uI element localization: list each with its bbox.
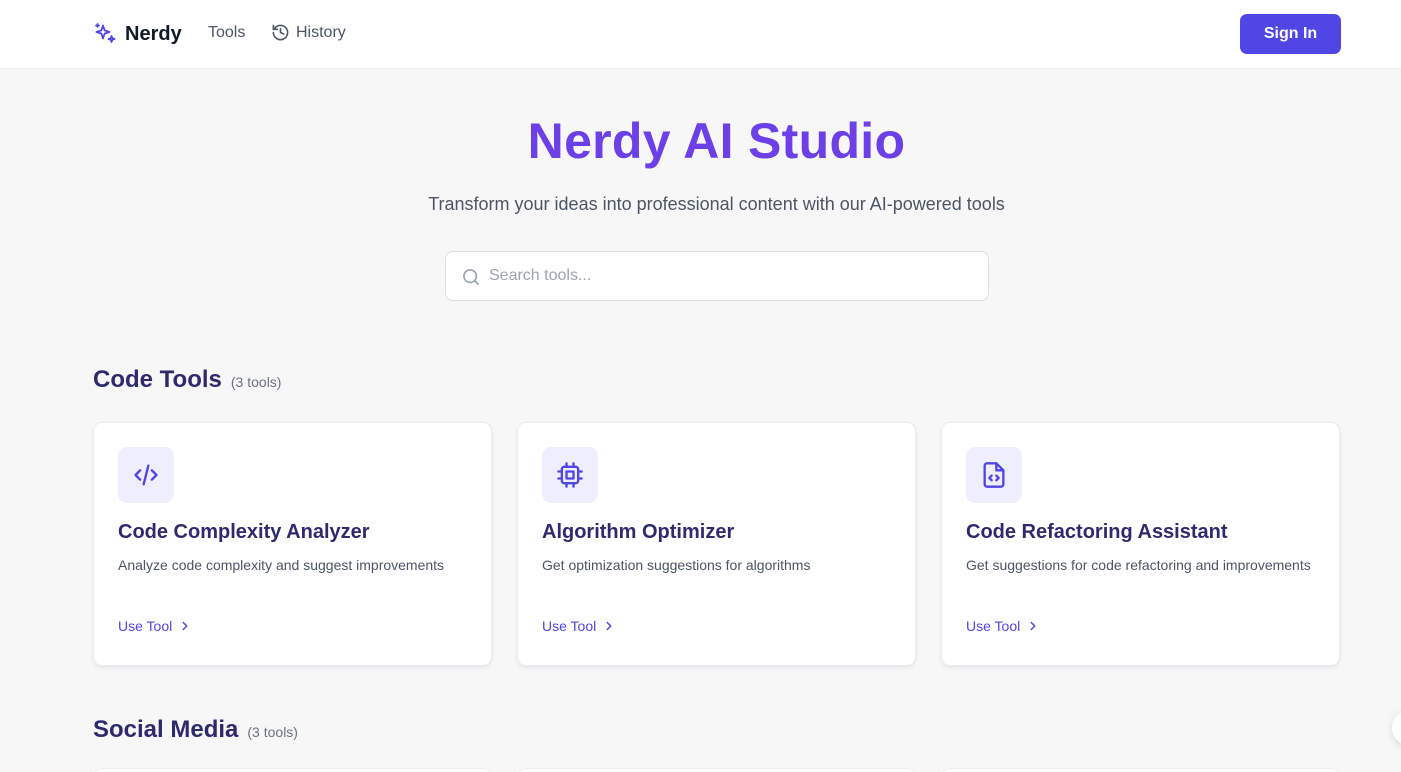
file-code-icon <box>983 462 1005 488</box>
nav-history-label: History <box>296 23 346 41</box>
use-tool-label: Use Tool <box>966 618 1021 634</box>
tool-card-description: Analyze code complexity and suggest impr… <box>118 557 445 573</box>
section-title: Social Media <box>93 716 239 743</box>
cpu-icon <box>557 462 583 488</box>
chevron-right-icon <box>606 621 612 631</box>
nav-link-tools[interactable]: Tools <box>208 24 245 42</box>
use-tool-label: Use Tool <box>542 618 597 634</box>
section-header-social-media: Social Media (3 tools) <box>93 716 298 744</box>
tool-card-title: Algorithm Optimizer <box>542 521 735 543</box>
history-icon <box>272 24 289 41</box>
tool-card-description: Get optimization suggestions for algorit… <box>542 557 811 573</box>
section-title: Code Tools <box>93 366 222 393</box>
chevron-right-icon <box>182 621 188 631</box>
tool-icon-box <box>118 447 174 503</box>
social-media-cards-row <box>93 768 1341 772</box>
tool-card-algorithm-optimizer[interactable]: Algorithm Optimizer Get optimization sug… <box>517 422 916 666</box>
top-navigation-bar: Nerdy Tools History Sign In <box>0 0 1401 69</box>
section-tool-count: (3 tools) <box>230 374 282 390</box>
section-tool-count: (3 tools) <box>247 724 298 740</box>
use-tool-link[interactable]: Use Tool <box>542 618 616 634</box>
brand-logo-link[interactable]: Nerdy <box>93 21 182 47</box>
search-bar[interactable] <box>445 251 989 301</box>
chevron-right-icon <box>1030 621 1036 631</box>
tool-icon-box <box>966 447 1022 503</box>
tool-card-code-complexity-analyzer[interactable]: Code Complexity Analyzer Analyze code co… <box>93 422 492 666</box>
floating-action-button[interactable] <box>1392 710 1401 746</box>
page-title: Nerdy AI Studio <box>527 113 906 169</box>
nav-link-history[interactable]: History <box>271 23 346 42</box>
tool-card-title: Code Complexity Analyzer <box>118 521 370 543</box>
use-tool-label: Use Tool <box>118 618 173 634</box>
sparkles-icon <box>95 23 116 43</box>
section-header-code-tools: Code Tools (3 tools) <box>93 366 281 394</box>
tool-card-partial[interactable] <box>941 768 1340 772</box>
tool-card-partial[interactable] <box>517 768 916 772</box>
code-icon <box>134 464 158 486</box>
tool-card-code-refactoring-assistant[interactable]: Code Refactoring Assistant Get suggestio… <box>941 422 1340 666</box>
use-tool-link[interactable]: Use Tool <box>966 618 1040 634</box>
brand-name: Nerdy <box>125 22 182 45</box>
tool-card-partial[interactable] <box>93 768 492 772</box>
tool-icon-box <box>542 447 598 503</box>
search-icon <box>463 269 479 285</box>
page-subtitle: Transform your ideas into professional c… <box>428 194 1005 214</box>
use-tool-link[interactable]: Use Tool <box>118 618 192 634</box>
sign-in-button[interactable]: Sign In <box>1240 14 1341 54</box>
search-input[interactable] <box>489 260 979 292</box>
tool-card-title: Code Refactoring Assistant <box>966 521 1228 543</box>
tool-card-description: Get suggestions for code refactoring and… <box>966 557 1311 573</box>
